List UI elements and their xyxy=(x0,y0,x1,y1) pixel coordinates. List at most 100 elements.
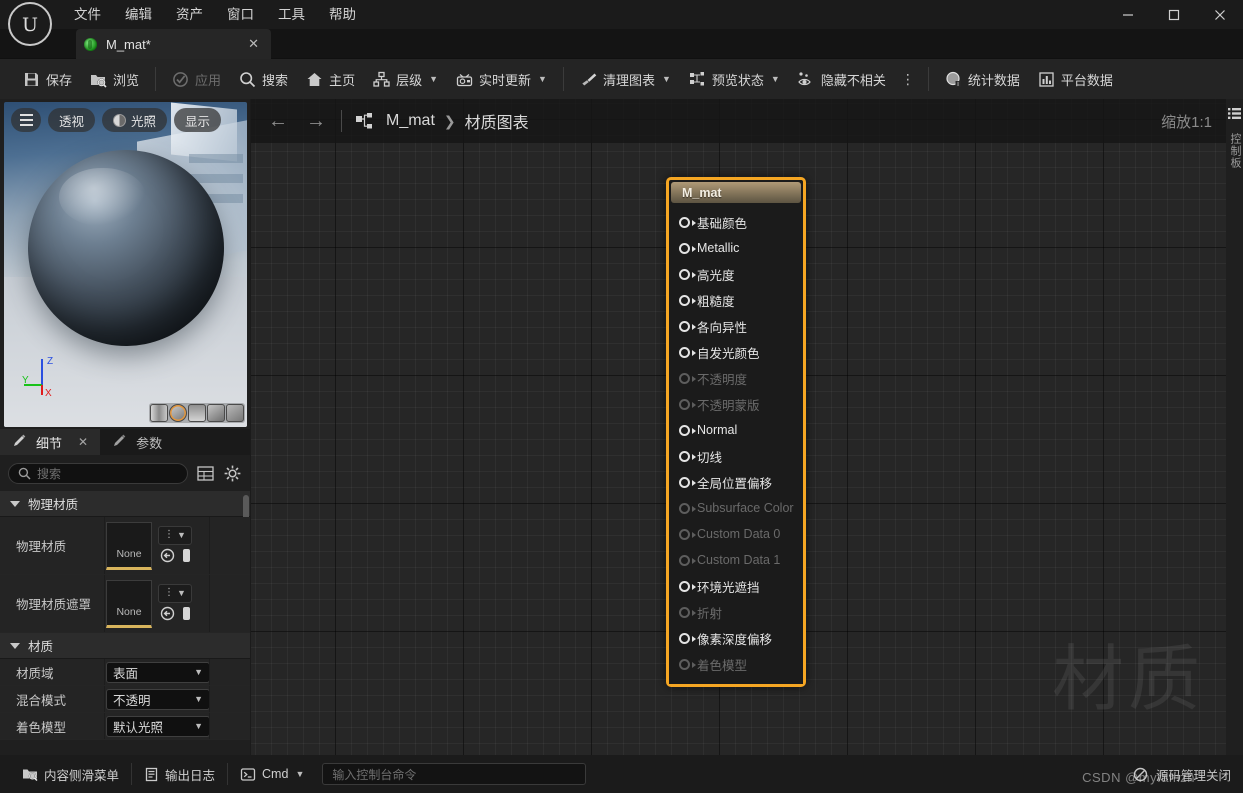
preview-shape-cube[interactable] xyxy=(207,404,225,422)
pin-icon[interactable] xyxy=(679,216,696,228)
preview-shape-custom-mesh[interactable] xyxy=(226,404,244,422)
node-pin-pixel-depth-offset[interactable]: 像素深度偏移 xyxy=(669,625,803,651)
browse-to-asset-icon[interactable] xyxy=(182,606,191,624)
pin-icon[interactable] xyxy=(679,242,696,254)
node-pin-subsurface-color[interactable]: Subsurface Color xyxy=(669,495,803,521)
preview-shape-plane[interactable] xyxy=(188,404,206,422)
pin-icon[interactable] xyxy=(679,502,696,514)
node-pin-refraction[interactable]: 折射 xyxy=(669,599,803,625)
maximize-button[interactable] xyxy=(1151,0,1197,30)
menu-edit[interactable]: 编辑 xyxy=(113,2,164,28)
pin-icon[interactable] xyxy=(679,268,696,280)
use-selected-asset-icon[interactable] xyxy=(160,606,175,624)
pin-icon[interactable] xyxy=(679,476,696,488)
asset-thumbnail[interactable]: None xyxy=(106,579,152,628)
toolbar-apply-button[interactable]: 应用 xyxy=(163,64,230,94)
breadcrumb-item-graph[interactable]: 材质图表 xyxy=(465,109,529,133)
asset-thumbnail[interactable]: None xyxy=(106,521,152,570)
node-pin-world-position-offset[interactable]: 全局位置偏移 xyxy=(669,469,803,495)
tab-details[interactable]: 细节 ✕ xyxy=(0,429,101,455)
pin-icon[interactable] xyxy=(679,346,696,358)
content-drawer-button[interactable]: 内容侧滑菜单 xyxy=(10,761,131,787)
console-command-input[interactable]: 输入控制台命令 xyxy=(322,763,587,785)
node-pin-metallic[interactable]: Metallic xyxy=(669,235,803,261)
node-pin-custom-data-0[interactable]: Custom Data 0 xyxy=(669,521,803,547)
property-section-material[interactable]: 材质 xyxy=(0,633,250,659)
tab-m-mat[interactable]: M_mat* ✕ xyxy=(76,29,271,59)
close-icon[interactable]: ✕ xyxy=(244,36,263,52)
node-pin-custom-data-1[interactable]: Custom Data 1 xyxy=(669,547,803,573)
toolbar-overflow-button[interactable]: ⋮ xyxy=(895,71,921,88)
chevron-down-icon[interactable]: ▼ xyxy=(429,74,438,84)
viewport-lighting-button[interactable]: 光照 xyxy=(102,108,168,132)
toolbar-home-button[interactable]: 主页 xyxy=(297,64,364,94)
toolbar-search-button[interactable]: 搜索 xyxy=(230,64,297,94)
grid-view-icon[interactable] xyxy=(196,464,215,483)
pin-icon[interactable] xyxy=(679,372,696,384)
pin-icon[interactable] xyxy=(679,294,696,306)
gear-icon[interactable] xyxy=(223,464,242,483)
menu-asset[interactable]: 资产 xyxy=(164,2,215,28)
asset-picker-dropdown[interactable]: ⋮ ▼ xyxy=(158,525,192,545)
pin-icon[interactable] xyxy=(679,632,696,644)
node-pin-opacity[interactable]: 不透明度 xyxy=(669,365,803,391)
toolbar-save-button[interactable]: 保存 xyxy=(14,64,81,94)
breadcrumb-item-material[interactable]: M_mat xyxy=(386,112,435,130)
pin-icon[interactable] xyxy=(679,658,696,670)
toolbar-browse-button[interactable]: 浏览 xyxy=(81,64,148,94)
viewport-menu-button[interactable] xyxy=(11,108,41,132)
use-selected-asset-icon[interactable] xyxy=(160,548,175,566)
node-pin-shading-model[interactable]: 着色模型 xyxy=(669,651,803,677)
pin-icon[interactable] xyxy=(679,606,696,618)
menu-window[interactable]: 窗口 xyxy=(215,2,266,28)
pin-icon[interactable] xyxy=(679,450,696,462)
chevron-down-icon[interactable]: ▼ xyxy=(662,74,671,84)
search-input[interactable]: 搜索 xyxy=(8,462,188,484)
chevron-down-icon[interactable]: ▼ xyxy=(538,74,547,84)
toolbar-hide-unrelated-button[interactable]: 隐藏不相关 xyxy=(789,64,895,94)
toolbar-platform-stats-button[interactable]: 平台数据 xyxy=(1029,64,1122,94)
node-pin-normal[interactable]: Normal xyxy=(669,417,803,443)
cmd-mode-button[interactable]: Cmd ▼ xyxy=(228,761,316,787)
property-section-physical-material[interactable]: 物理材质 xyxy=(0,491,250,517)
node-pin-ambient-occlusion[interactable]: 环境光遮挡 xyxy=(669,573,803,599)
preview-sphere-mesh[interactable] xyxy=(28,150,224,346)
toolbar-live-update-button[interactable]: 实时更新 ▼ xyxy=(447,64,556,94)
menu-file[interactable]: 文件 xyxy=(62,2,113,28)
browse-to-asset-icon[interactable] xyxy=(182,548,191,566)
shading-model-select[interactable]: 默认光照 ▼ xyxy=(106,715,210,737)
material-graph-panel[interactable]: 材质 ← → M_mat ❯ 材质图表 缩放1:1 M_mat 基础颜色 Met… xyxy=(251,99,1226,755)
preview-shape-sphere[interactable] xyxy=(169,404,187,422)
node-pin-opacity-mask[interactable]: 不透明蒙版 xyxy=(669,391,803,417)
forward-button[interactable]: → xyxy=(303,110,329,133)
material-preview-viewport[interactable]: 透视 光照 显示 Z Y X xyxy=(4,102,247,427)
menu-help[interactable]: 帮助 xyxy=(317,2,368,28)
menu-tools[interactable]: 工具 xyxy=(266,2,317,28)
node-pin-base-color[interactable]: 基础颜色 xyxy=(669,209,803,235)
node-pin-specular[interactable]: 高光度 xyxy=(669,261,803,287)
back-button[interactable]: ← xyxy=(265,110,291,133)
pin-icon[interactable] xyxy=(679,398,696,410)
close-icon[interactable]: ✕ xyxy=(78,435,88,449)
viewport-show-button[interactable]: 显示 xyxy=(174,108,222,132)
pin-icon[interactable] xyxy=(679,554,696,566)
blend-mode-select[interactable]: 不透明 ▼ xyxy=(106,688,210,710)
toolbar-clean-graph-button[interactable]: 清理图表 ▼ xyxy=(571,64,680,94)
preview-shape-cylinder[interactable] xyxy=(150,404,168,422)
toolbar-hierarchy-button[interactable]: 层级 ▼ xyxy=(364,64,447,94)
toolbar-stats-button[interactable]: i 统计数据 xyxy=(936,64,1029,94)
panel-list-icon[interactable] xyxy=(1228,107,1241,125)
node-pin-emissive-color[interactable]: 自发光颜色 xyxy=(669,339,803,365)
close-button[interactable] xyxy=(1197,0,1243,30)
output-log-button[interactable]: 输出日志 xyxy=(132,761,227,787)
material-domain-select[interactable]: 表面 ▼ xyxy=(106,661,210,683)
minimize-button[interactable] xyxy=(1105,0,1151,30)
pin-icon[interactable] xyxy=(679,320,696,332)
viewport-perspective-button[interactable]: 透视 xyxy=(48,108,96,132)
chevron-down-icon[interactable]: ▼ xyxy=(771,74,780,84)
material-output-node[interactable]: M_mat 基础颜色 Metallic 高光度 粗糙度 各向异性 自发光颜色 不… xyxy=(666,177,806,687)
toolbar-preview-state-button[interactable]: 预览状态 ▼ xyxy=(680,64,789,94)
chevron-down-icon[interactable]: ▼ xyxy=(295,769,304,779)
pin-icon[interactable] xyxy=(679,424,696,436)
node-pin-roughness[interactable]: 粗糙度 xyxy=(669,287,803,313)
